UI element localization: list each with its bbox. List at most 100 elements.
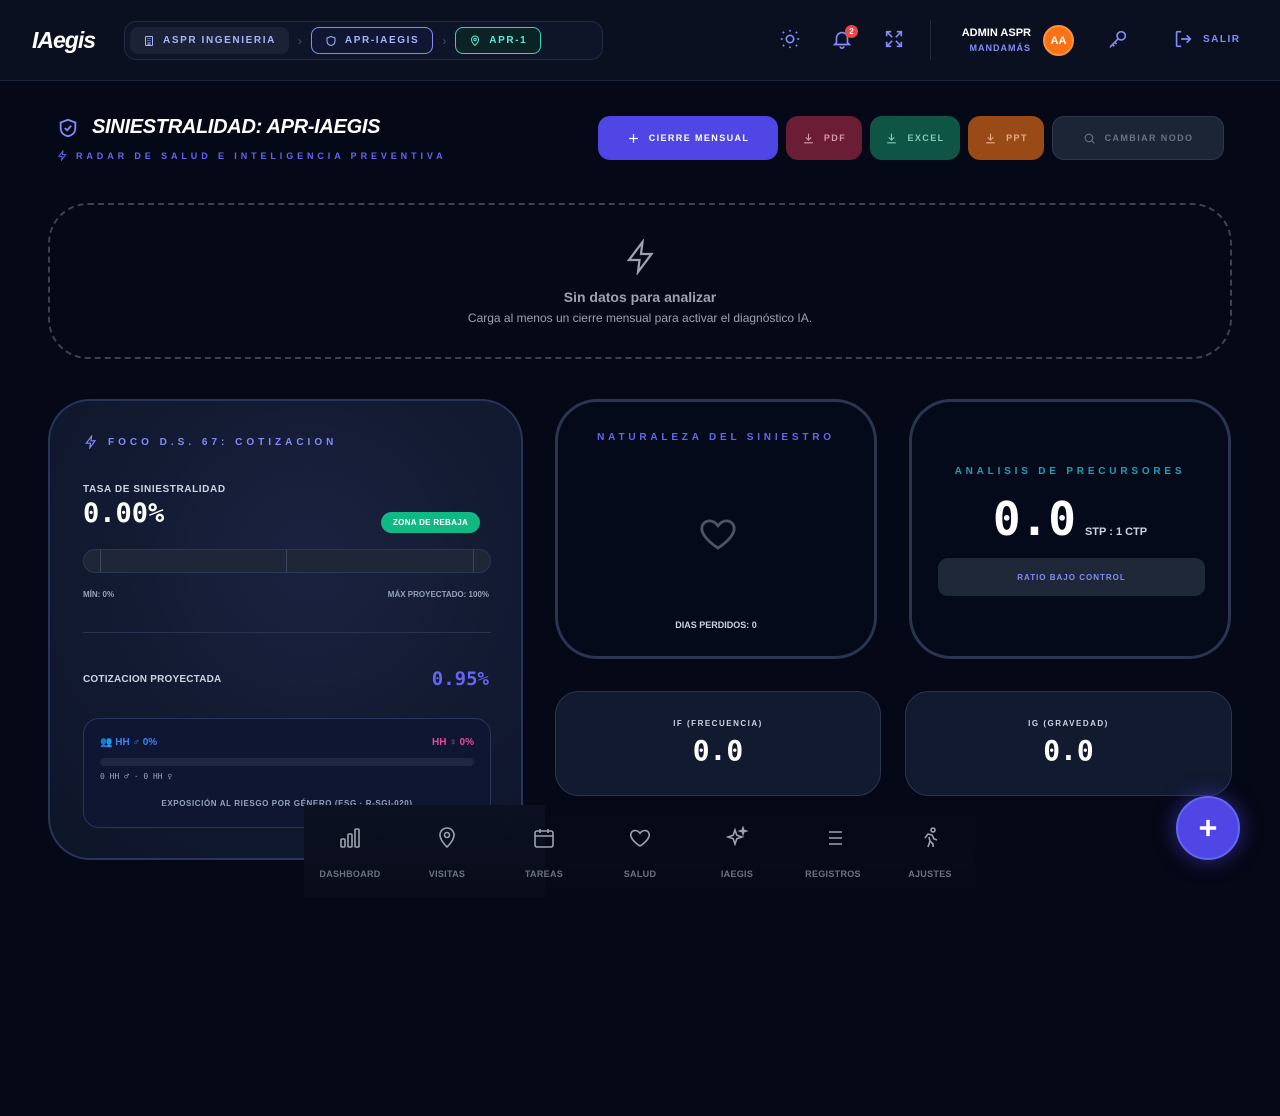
gauge-min-label: MÍN: 0% [83, 590, 115, 599]
breadcrumb: ASPR INGENIERIA › APR-IAEGIS › APR-1 [124, 21, 603, 60]
nav-visitas[interactable]: VISITAS [402, 826, 492, 879]
foco-ds67-card: FOCO D.S. 67: COTIZACION TASA DE SINIEST… [48, 399, 523, 860]
heart-icon [700, 519, 736, 550]
if-frecuencia-card: IF (FRECUENCIA) 0.0 [555, 691, 881, 796]
calendar-icon [534, 829, 554, 848]
export-ppt-button[interactable]: PPT [968, 116, 1044, 160]
breadcrumb-project[interactable]: APR-IAEGIS [310, 27, 434, 54]
nav-registros-label: REGISTROS [805, 869, 861, 879]
shield-check-icon [59, 118, 77, 137]
gender-detail: 0 HH ♂ · 0 HH ♀ [100, 772, 173, 781]
logout-button[interactable]: SALIR [1172, 28, 1241, 50]
cierre-mensual-button[interactable]: CIERRE MENSUAL [598, 116, 778, 160]
page-subtitle-text: RADAR DE SALUD E INTELIGENCIA PREVENTIVA [76, 150, 447, 161]
download-icon [887, 133, 897, 143]
map-pin-icon [439, 827, 455, 849]
foco-card-title: FOCO D.S. 67: COTIZACION [108, 436, 338, 448]
export-pdf-button[interactable]: PDF [786, 116, 862, 160]
fullscreen-button[interactable] [883, 28, 907, 52]
top-bar: IAegis ASPR INGENIERIA › APR-IAEGIS › AP… [0, 0, 1280, 81]
breadcrumb-project-label: APR-IAEGIS [344, 35, 420, 46]
page-subtitle: RADAR DE SALUD E INTELIGENCIA PREVENTIVA [57, 150, 447, 161]
ratio-row: 0.0 STP : 1 CTP [912, 492, 1228, 546]
ig-gravedad-card: IG (GRAVEDAD) 0.0 [905, 691, 1232, 796]
status-badge: ZONA DE REBAJA [381, 512, 481, 533]
add-fab-button[interactable] [1176, 796, 1240, 860]
user-name: ADMIN ASPR [961, 27, 1031, 39]
heart-icon [629, 829, 651, 847]
chevron-right-icon: › [297, 33, 302, 48]
plus-icon [628, 133, 638, 143]
export-excel-label: EXCEL [907, 133, 945, 143]
nav-registros[interactable]: REGISTROS [788, 826, 878, 879]
divider [83, 632, 491, 633]
chevron-right-icon: › [442, 33, 447, 48]
shield-icon [326, 35, 336, 46]
nav-salud-label: SALUD [623, 869, 657, 879]
theme-toggle-button[interactable] [779, 28, 803, 52]
if-label: IF (FRECUENCIA) [673, 719, 763, 728]
page-header: SINIESTRALIDAD: APR-IAEGIS [57, 116, 380, 139]
nav-iaegis-label: IAEGIS [720, 869, 754, 879]
ratio-status-badge: RATIO BAJO CONTROL [938, 558, 1205, 596]
hh-male-value: 👥 HH ♂ 0% [100, 737, 157, 748]
export-excel-button[interactable]: EXCEL [870, 116, 960, 160]
plus-icon [1199, 819, 1217, 837]
tasa-value: 0.00% [83, 498, 165, 529]
runner-icon [924, 827, 938, 848]
gauge-tick [473, 550, 474, 572]
ig-value: 0.0 [1043, 734, 1094, 767]
map-pin-icon [471, 35, 480, 46]
bar-chart-icon [340, 828, 360, 848]
breadcrumb-node[interactable]: APR-1 [455, 27, 542, 54]
nav-dashboard-label: DASHBOARD [319, 869, 381, 879]
cierre-mensual-label: CIERRE MENSUAL [648, 133, 750, 143]
nav-dashboard[interactable]: DASHBOARD [305, 826, 395, 879]
user-role: MANDAMÁS [969, 43, 1031, 53]
bolt-icon [626, 239, 654, 275]
empty-state-description: Carga al menos un cierre mensual para ac… [467, 311, 813, 325]
change-password-button[interactable] [1107, 28, 1131, 52]
notification-count-badge: 2 [845, 25, 858, 38]
gauge-max-label: MÁX PROYECTADO: 100% [387, 590, 489, 599]
nav-ajustes[interactable]: AJUSTES [885, 826, 975, 879]
cotizacion-label: COTIZACION PROYECTADA [83, 674, 222, 685]
nav-salud[interactable]: SALUD [595, 826, 685, 879]
foco-card-header: FOCO D.S. 67: COTIZACION [84, 435, 337, 449]
precursores-title: ANALISIS DE PRECURSORES [954, 466, 1186, 477]
bolt-icon [85, 435, 97, 449]
if-value: 0.0 [692, 734, 744, 767]
topbar-divider [930, 20, 931, 60]
avatar[interactable]: AA [1043, 25, 1074, 56]
download-icon [804, 133, 813, 143]
expand-icon [885, 30, 903, 48]
hh-male-text: HH ♂ 0% [115, 737, 158, 748]
bolt-icon [57, 150, 67, 161]
breadcrumb-node-label: APR-1 [489, 35, 528, 46]
app-logo[interactable]: IAegis [32, 27, 96, 54]
gauge-tick [100, 550, 101, 572]
analisis-precursores-card: ANALISIS DE PRECURSORES 0.0 STP : 1 CTP … [909, 399, 1231, 659]
breadcrumb-company-label: ASPR INGENIERIA [163, 35, 276, 46]
dias-perdidos: DIAS PERDIDOS: 0 [675, 620, 757, 630]
page-title: SINIESTRALIDAD: APR-IAEGIS [92, 116, 381, 138]
gauge-tick [286, 550, 287, 572]
key-icon [1109, 30, 1127, 49]
cambiar-nodo-label: CAMBIAR NODO [1104, 133, 1194, 143]
ig-label: IG (GRAVEDAD) [1028, 719, 1109, 728]
ai-diagnosis-empty-state: Sin datos para analizar Carga al menos u… [48, 203, 1232, 359]
export-pdf-label: PDF [823, 133, 847, 143]
nav-ajustes-label: AJUSTES [908, 869, 952, 879]
nav-tareas-label: TAREAS [524, 869, 564, 879]
nav-iaegis[interactable]: IAEGIS [692, 826, 782, 879]
notifications-button[interactable]: 2 [831, 25, 858, 52]
breadcrumb-company[interactable]: ASPR INGENIERIA [130, 27, 289, 54]
cambiar-nodo-button[interactable]: CAMBIAR NODO [1052, 116, 1224, 160]
cotizacion-value: 0.95% [431, 668, 489, 690]
precursores-value: 0.0 [992, 492, 1076, 546]
logout-label: SALIR [1203, 33, 1241, 45]
empty-state-title: Sin datos para analizar [563, 289, 717, 305]
precursores-unit: STP : 1 CTP [1084, 526, 1148, 538]
nav-tareas[interactable]: TAREAS [499, 826, 589, 879]
logout-icon [1175, 30, 1192, 48]
